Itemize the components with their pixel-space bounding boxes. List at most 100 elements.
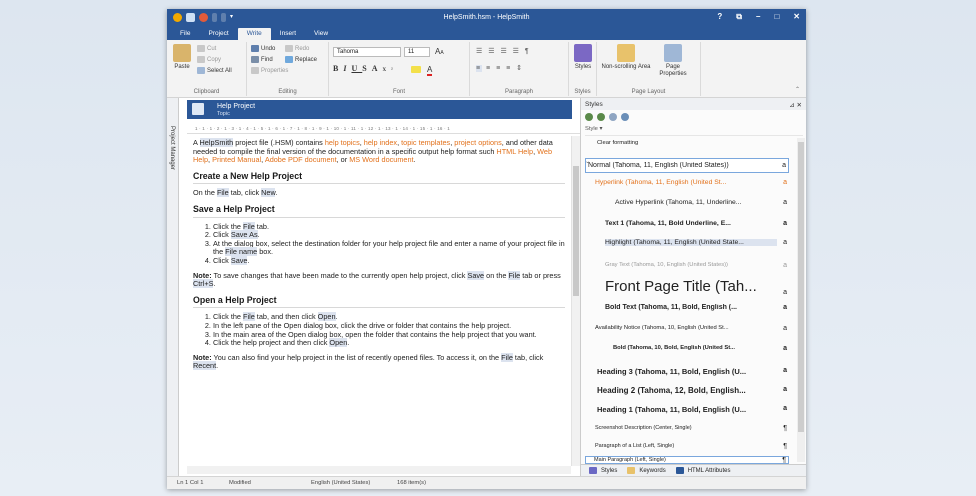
nonscrolling-area-button[interactable]: Non-scrolling Area	[601, 44, 651, 71]
text: File	[243, 312, 255, 322]
ruler[interactable]: 1 · 1 · 1 · 2 · 1 · 3 · 1 · 4 · 1 · 5 · …	[187, 126, 582, 134]
select-all-label: Select All	[207, 68, 232, 75]
style-filter-value: Style	[585, 126, 598, 132]
open-steps-list: Click the File tab, and then click Open.…	[213, 312, 565, 348]
style-item-screenshot-description[interactable]: Screenshot Description (Center, Single) ¶	[585, 425, 789, 437]
style-item-bold[interactable]: Bold (Tahoma, 10, Bold, English (United …	[585, 345, 789, 357]
style-item-normal[interactable]: Normal (Tahoma, 11, English (United Stat…	[585, 158, 789, 173]
list-buttons[interactable]: ☰ ☰ ☰ ☰ ¶	[476, 47, 531, 55]
paste-button[interactable]: Paste	[171, 44, 193, 71]
font-size-select[interactable]: 11	[404, 47, 430, 57]
link-html-help[interactable]: HTML Help	[496, 147, 533, 156]
html-attributes-tab-icon	[675, 467, 684, 474]
style-item-availability-notice[interactable]: Availability Notice (Tahoma, 10, English…	[585, 325, 789, 337]
copy-button[interactable]: Copy	[197, 56, 221, 63]
link-ms-word[interactable]: MS Word document	[349, 155, 413, 164]
project-manager-sidebar[interactable]: Project Manager	[167, 98, 179, 476]
window-controls: ? ⧉ – □ ✕	[717, 12, 800, 22]
edit-style-icon[interactable]	[597, 113, 605, 121]
character-style-mark: a	[783, 262, 787, 269]
editor-vertical-scrollbar[interactable]	[571, 136, 580, 466]
paste-label: Paste	[174, 64, 190, 70]
font-face-select[interactable]: Tahoma	[333, 47, 401, 57]
text: File	[216, 188, 229, 198]
chevron-down-icon[interactable]: ⌄	[585, 158, 590, 172]
heading-save: Save a Help Project	[193, 205, 565, 218]
scroll-thumb[interactable]	[573, 166, 579, 296]
style-item-hyperlink[interactable]: Hyperlink (Tahoma, 11, English (United S…	[585, 179, 789, 191]
replace-button[interactable]: Replace	[285, 56, 317, 63]
style-item-main-paragraph[interactable]: Main Paragraph (Left, Single) ¶	[585, 456, 789, 464]
text: , or	[336, 155, 350, 165]
properties-icon	[251, 67, 259, 74]
minimize-button[interactable]: –	[756, 12, 760, 22]
tab-write[interactable]: Write	[237, 28, 271, 40]
styles-group-label: Styles	[574, 89, 591, 95]
paste-icon	[173, 44, 191, 62]
style-item-front-page-title[interactable]: Front Page Title (Tah... a	[585, 277, 789, 299]
tab-file[interactable]: File	[171, 28, 199, 40]
style-item-highlight[interactable]: Highlight (Tahoma, 11, English (United S…	[585, 239, 789, 252]
text: .	[347, 338, 350, 348]
style-item-active-hyperlink[interactable]: Active Hyperlink (Tahoma, 11, Underline.…	[585, 199, 789, 211]
page-properties-button[interactable]: Page Properties	[653, 44, 693, 78]
style-item-heading-3[interactable]: Heading 3 (Tahoma, 11, Bold, English (U.…	[585, 367, 789, 380]
manage-styles-icon[interactable]	[621, 113, 629, 121]
style-item-bold-text[interactable]: Bold Text (Tahoma, 11, Bold, English (..…	[585, 304, 789, 316]
tab-view[interactable]: View	[305, 28, 337, 40]
style-item-heading-1[interactable]: Heading 1 (Tahoma, 11, Bold, English (U.…	[585, 405, 789, 418]
style-item-heading-2[interactable]: Heading 2 (Tahoma, 12, Bold, English... a	[585, 386, 789, 399]
nonscrolling-area-label: Non-scrolling Area	[601, 64, 651, 70]
maximize-button[interactable]: □	[774, 12, 779, 22]
tab-keywords[interactable]: Keywords	[627, 467, 666, 474]
text: Open	[329, 338, 348, 348]
style-name: Bold (Tahoma, 10, Bold, English (United …	[613, 345, 735, 351]
character-style-mark: a	[783, 199, 787, 206]
link-printed-manual[interactable]: Printed Manual	[212, 155, 261, 164]
style-item-paragraph-of-list[interactable]: Paragraph of a List (Left, Single) ¶	[585, 443, 789, 455]
restore-ribbon-button[interactable]: ⧉	[736, 12, 742, 22]
editor-horizontal-scrollbar[interactable]	[187, 466, 571, 474]
help-button[interactable]: ?	[717, 12, 722, 22]
new-style-icon[interactable]	[585, 113, 593, 121]
scroll-thumb[interactable]	[798, 142, 804, 432]
create-paragraph: On the File tab, click New.	[193, 188, 565, 198]
save-steps-list: Click the File tab. Click Save As. At th…	[213, 221, 565, 266]
font-color-button[interactable]: A	[427, 65, 433, 76]
style-item-gray-text[interactable]: Gray Text (Tahoma, 10, English (United S…	[585, 262, 789, 274]
styles-list-scrollbar[interactable]	[797, 138, 805, 462]
tab-project[interactable]: Project	[199, 28, 237, 40]
undo-button[interactable]: Undo	[251, 45, 275, 52]
styles-panel-title: Styles	[585, 101, 603, 108]
delete-style-icon[interactable]	[609, 113, 617, 121]
text: Recent	[193, 361, 217, 371]
text: .	[275, 188, 278, 198]
close-button[interactable]: ✕	[793, 12, 800, 22]
redo-button[interactable]: Redo	[285, 45, 309, 52]
cut-button[interactable]: Cut	[197, 45, 216, 52]
styles-button[interactable]: Styles	[572, 44, 594, 71]
link-adobe-pdf[interactable]: Adobe PDF document	[265, 155, 337, 164]
topic-editor[interactable]: A HelpSmith project file (.HSM) contains…	[187, 136, 571, 466]
grow-font-button[interactable]: AA	[435, 47, 444, 56]
style-item-clear-formatting[interactable]: Clear formatting	[585, 140, 789, 152]
style-name: Text 1 (Tahoma, 11, Bold Underline, E...	[605, 220, 731, 227]
tab-insert[interactable]: Insert	[271, 28, 305, 40]
select-all-button[interactable]: Select All	[197, 67, 232, 74]
find-button[interactable]: Find	[251, 56, 273, 63]
collapse-ribbon-icon[interactable]: ⌃	[795, 86, 800, 93]
style-filter-select[interactable]: Style ▾	[585, 126, 803, 136]
text: Ctrl+S	[193, 279, 214, 289]
editing-group: Undo Redo Find Replace Properties Editin…	[247, 42, 329, 96]
tab-styles[interactable]: Styles	[589, 467, 617, 474]
font-style-buttons[interactable]: BIUSAX²	[333, 64, 398, 73]
styles-icon	[574, 44, 592, 62]
panel-pin-close-icon[interactable]: ⊿ ✕	[789, 101, 802, 109]
style-item-text-1[interactable]: Text 1 (Tahoma, 11, Bold Underline, E...…	[585, 220, 789, 232]
list-item: Click the help project and then click Op…	[213, 338, 565, 348]
properties-button[interactable]: Properties	[251, 67, 288, 74]
align-buttons[interactable]: ≡ ≡ ≡ ≡ ⇕	[476, 64, 524, 72]
highlight-color-button[interactable]	[411, 66, 423, 73]
tab-html-attributes[interactable]: HTML Attributes	[675, 467, 730, 474]
font-group: Tahoma 11 AA BIUSAX² A Font	[329, 42, 470, 96]
